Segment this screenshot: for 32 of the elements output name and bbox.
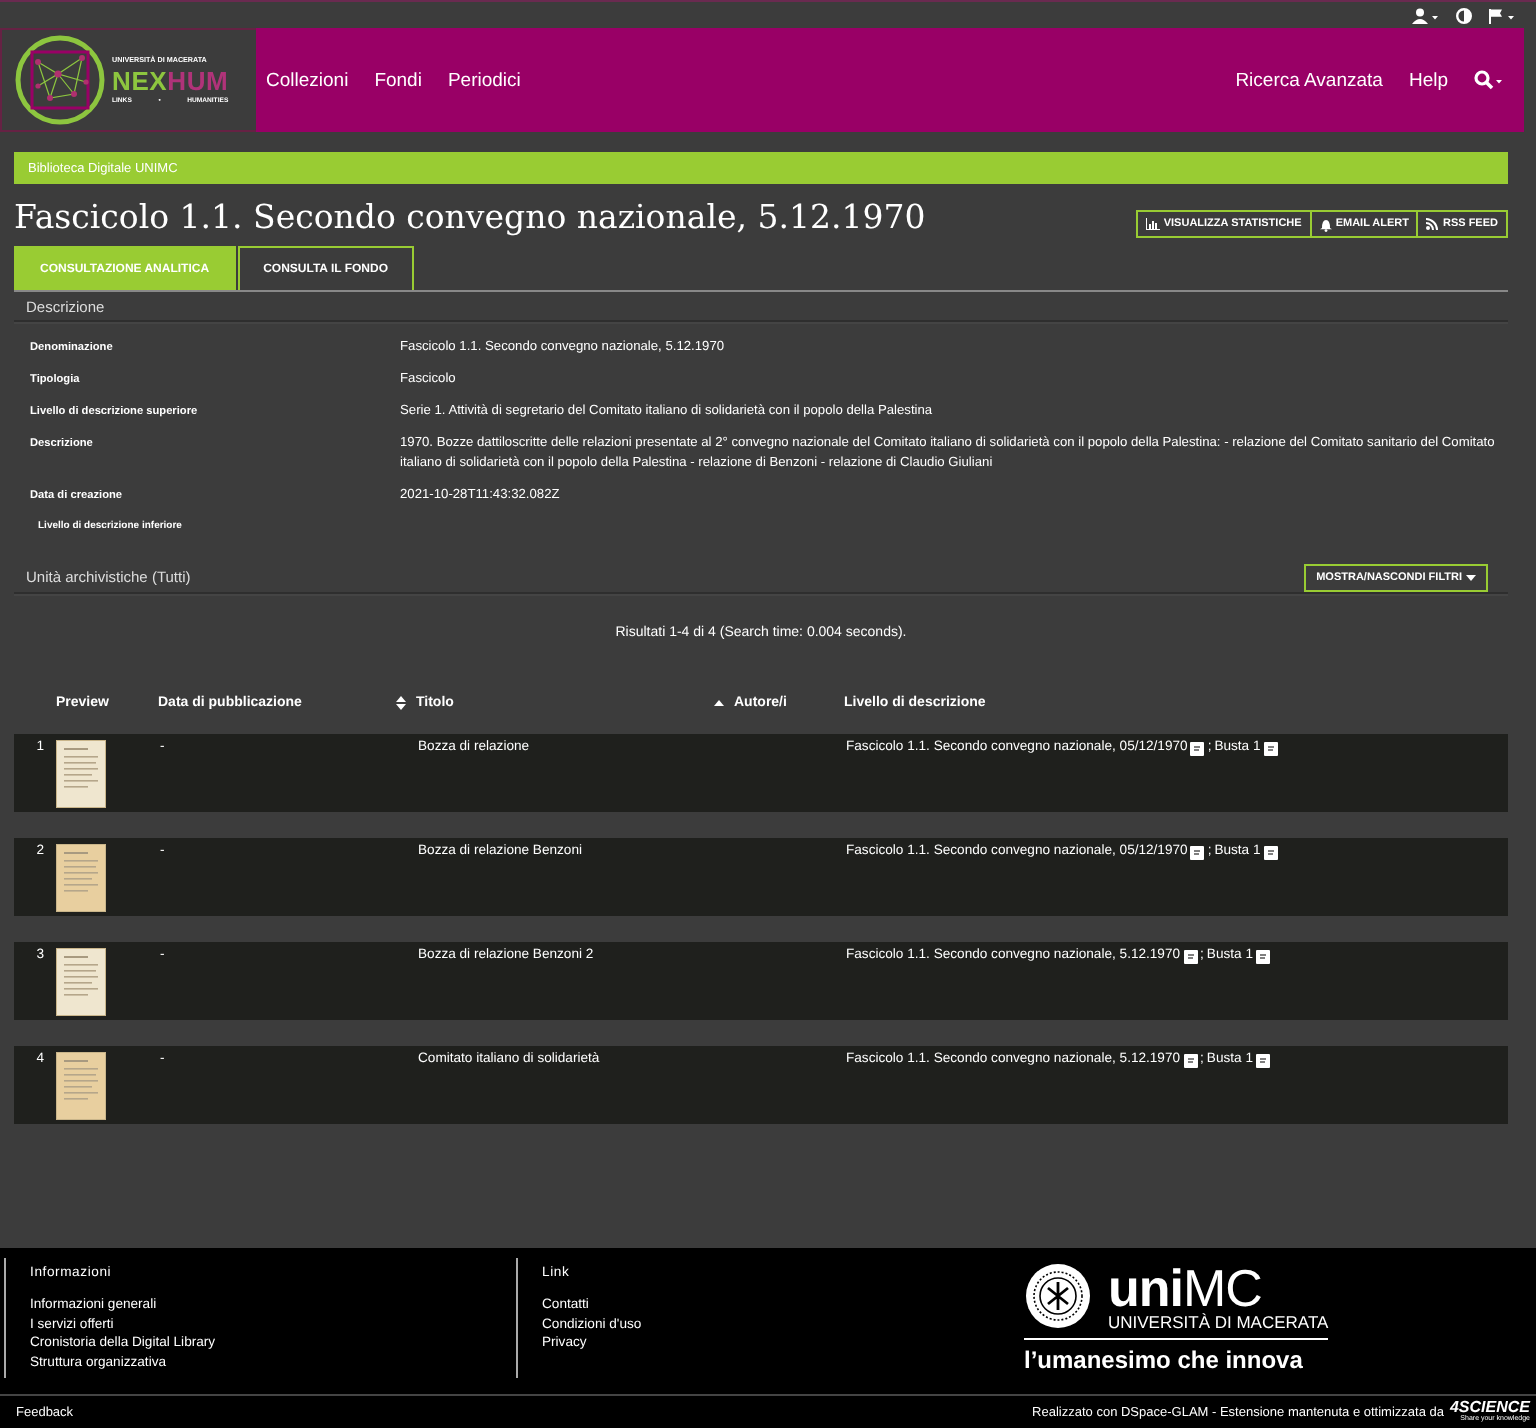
link-icon[interactable] [1190, 846, 1205, 860]
link-icon[interactable] [1263, 742, 1278, 756]
sort-icon[interactable] [396, 695, 406, 709]
link-icon[interactable] [1255, 1054, 1270, 1068]
nav-link[interactable]: Fondi [374, 69, 422, 91]
logo-name: HUM [167, 65, 229, 95]
search-icon[interactable] [1474, 70, 1504, 90]
brand-motto: l’umanesimo che innova [1024, 1345, 1303, 1373]
link-icon[interactable] [1183, 1054, 1198, 1068]
nav-link[interactable]: Periodici [447, 69, 521, 91]
seal-icon [1024, 1262, 1092, 1331]
caret-icon [1466, 573, 1476, 581]
bar-chart-icon [1145, 218, 1160, 230]
partner-logo[interactable]: 4SCIENCE [1449, 1400, 1530, 1417]
network-logo-icon[interactable] [14, 34, 106, 126]
nav-link[interactable]: Collezioni [266, 69, 349, 91]
logo-name: NEX [112, 65, 168, 95]
link-icon[interactable] [1263, 846, 1278, 860]
user-icon[interactable] [1412, 7, 1440, 23]
link-icon[interactable] [1183, 950, 1198, 964]
nav-link[interactable]: Ricerca Avanzata [1235, 69, 1383, 91]
link-icon[interactable] [1190, 742, 1205, 756]
nav-link[interactable]: Help [1408, 69, 1448, 91]
bell-icon [1319, 217, 1332, 231]
contrast-icon[interactable] [1456, 7, 1472, 23]
page-title: Fascicolo 1.1. Secondo convegno nazionale, 5.12.1970 [14, 196, 926, 240]
sort-ascending-icon[interactable] [714, 699, 724, 705]
brand-name: uniMC [1108, 1262, 1262, 1314]
rss-icon [1426, 218, 1439, 230]
flag-icon[interactable] [1488, 7, 1516, 23]
link-icon[interactable] [1255, 950, 1270, 964]
brand-university: UNIVERSITÀ DI MACERATA [1108, 1314, 1329, 1331]
